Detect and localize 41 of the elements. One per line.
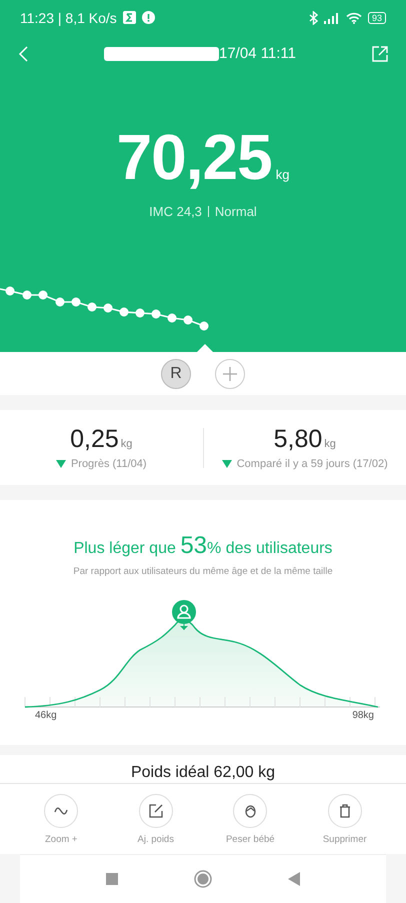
comparison-note: Par rapport aux utilisateurs du même âge et de la même taille [73,566,333,577]
battery-indicator: 93 [368,12,386,24]
stat-unit: kg [120,438,132,450]
back-icon[interactable] [288,872,300,886]
home-icon[interactable] [194,870,212,888]
stat-value: 0,25 [70,425,119,454]
add-profile-button[interactable] [215,358,245,388]
action-button[interactable]: Peser bébé [203,784,298,854]
trash-icon [338,804,351,818]
alert-icon [142,11,155,24]
bmi-value: IMC 24,3 [149,204,202,219]
user-marker-icon [172,600,196,630]
action-button[interactable]: Aj. poids [108,784,203,854]
axis-label: 98kg [352,710,374,721]
axis-label: 46kg [35,710,57,721]
bmi-status: Normal [214,204,257,219]
profile-avatar[interactable]: R [161,358,191,388]
comparison-headline: Plus léger que 53% des utilisateurs [74,532,332,560]
wifi-icon [346,12,362,24]
stat-value: 5,80 [274,425,322,454]
plus-icon [223,366,237,380]
stat-unit: kg [324,438,336,450]
bluetooth-icon [308,10,318,24]
stat-label: Comparé il y a 59 jours (17/02) [236,458,388,470]
signal-icon [324,12,340,24]
action-button[interactable]: Supprimer [298,784,392,854]
status-time: 11:23 | 8,1 Ko/s [20,10,117,26]
weight-unit: kg [276,167,290,182]
sigma-icon [122,11,136,24]
weight-value: 70,25 [116,120,272,194]
back-icon[interactable] [18,46,28,62]
edit-icon [148,804,163,818]
action-button[interactable]: Zoom + [14,784,108,854]
share-icon[interactable] [372,46,388,62]
stat-label: Progrès (11/04) [70,458,147,470]
wave-icon [54,807,68,815]
egg-icon [244,804,256,818]
down-triangle-icon [56,460,66,468]
down-triangle-icon [222,460,232,468]
ideal-weight-text: Poids idéal 62,00 kg [130,763,276,783]
window-title: 17/04 11:11 [218,45,296,62]
